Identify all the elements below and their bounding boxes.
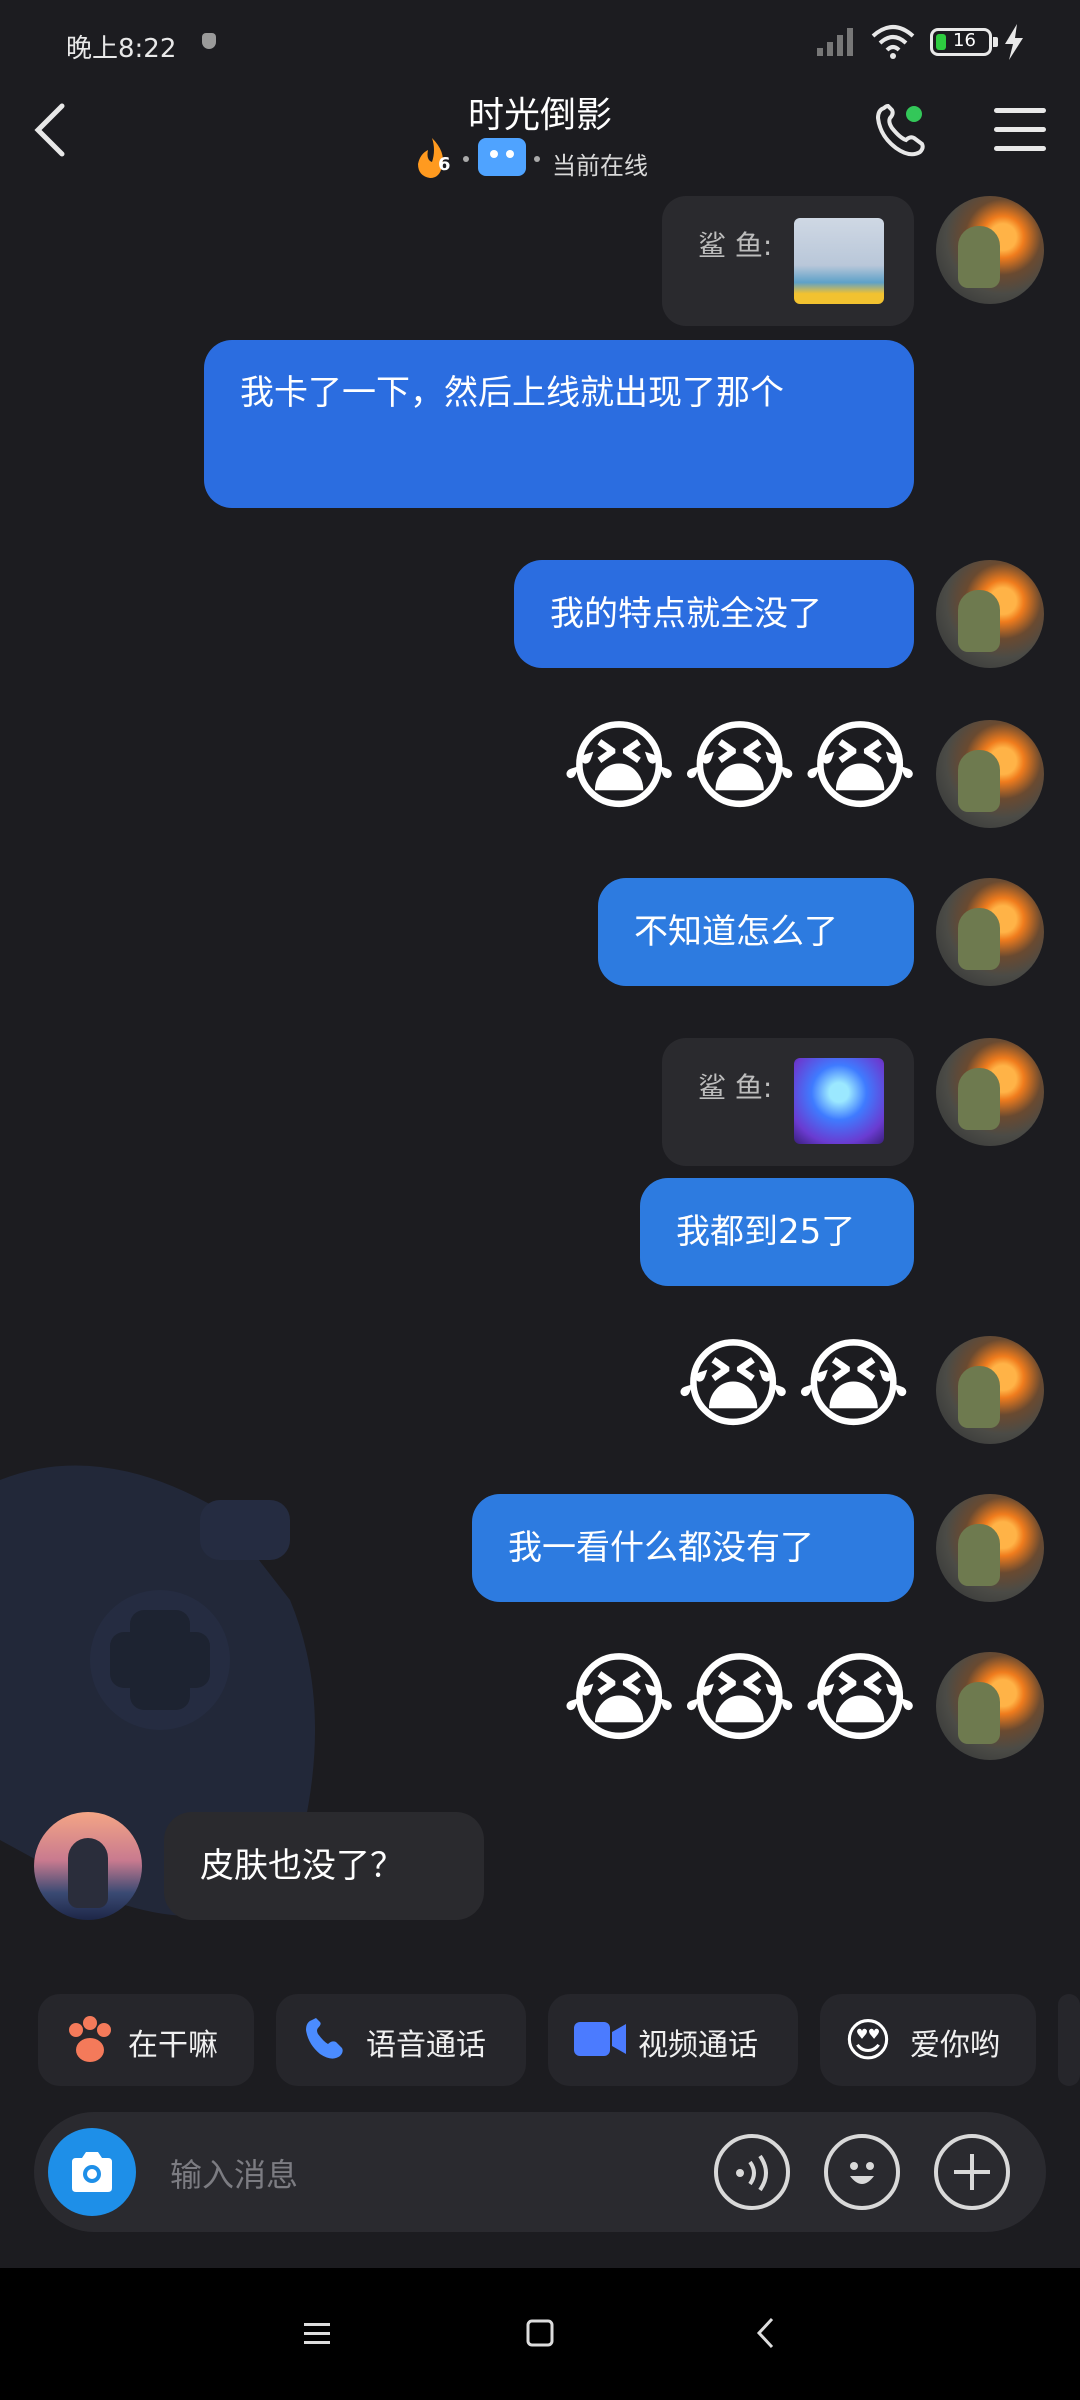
battery-cap — [993, 37, 998, 47]
shared-image-thumbnail[interactable] — [794, 218, 884, 304]
separator-dot — [534, 156, 540, 162]
quick-action-label: 语音通话 — [366, 2028, 486, 2063]
avatar[interactable] — [936, 196, 1044, 304]
share-sender-label: 鲨 鱼: — [698, 1071, 773, 1104]
separator-dot — [463, 156, 469, 162]
voice-wave-icon — [736, 2154, 768, 2192]
message-bubble[interactable]: 我卡了一下，然后上线就出现了那个 — [204, 340, 914, 508]
emoji-message[interactable]: 😭😭 — [676, 1330, 917, 1440]
game-bot-icon — [478, 138, 526, 176]
phone-icon — [306, 2018, 343, 2059]
quick-action-chip[interactable]: 语音通话 — [276, 1994, 526, 2086]
quick-action-chip[interactable]: 😍 爱你哟 — [820, 1994, 1036, 2086]
avatar[interactable] — [936, 1652, 1044, 1760]
chat-title: 时光倒影 — [467, 95, 612, 136]
shared-image-message[interactable]: 鲨 鱼: — [662, 196, 914, 326]
back-button[interactable] — [26, 100, 76, 160]
message-bubble[interactable]: 我一看什么都没有了 — [472, 1494, 914, 1602]
avatar[interactable] — [936, 560, 1044, 668]
avatar[interactable] — [936, 878, 1044, 986]
shared-image-message[interactable]: 鲨 鱼: — [662, 1038, 914, 1166]
camera-button[interactable] — [48, 2128, 136, 2216]
phone-call-button[interactable] — [870, 100, 930, 160]
home-button[interactable] — [525, 2318, 555, 2348]
emoji-message[interactable]: 😭😭😭 — [562, 712, 924, 822]
status-time: 晚上8:22 — [66, 34, 177, 64]
voice-button[interactable] — [714, 2134, 790, 2210]
share-sender-label: 鲨 鱼: — [698, 229, 773, 262]
message-input[interactable]: 输入消息 — [170, 2150, 298, 2196]
contact-avatar[interactable] — [34, 1812, 142, 1920]
online-indicator — [906, 106, 922, 122]
battery-icon: 16 — [930, 28, 992, 56]
camera-icon — [72, 2152, 112, 2192]
quick-action-chip[interactable]: 视频通话 — [548, 1994, 798, 2086]
online-status: 当前在线 — [552, 152, 648, 180]
quick-action-label: 爱你哟 — [910, 2028, 1000, 2063]
message-bubble[interactable]: 不知道怎么了 — [598, 878, 914, 986]
incoming-message-bubble[interactable]: 皮肤也没了？ — [164, 1812, 484, 1920]
message-bubble[interactable]: 我都到25了 — [640, 1178, 914, 1286]
more-button[interactable] — [934, 2134, 1010, 2210]
heart-eyes-icon: 😍 — [844, 2013, 892, 2067]
avatar[interactable] — [936, 1336, 1044, 1444]
charging-icon — [1005, 24, 1023, 60]
emoji-button[interactable] — [824, 2134, 900, 2210]
plus-icon — [954, 2154, 990, 2190]
video-icon — [574, 2022, 626, 2056]
avatar[interactable] — [936, 720, 1044, 828]
battery-level: 16 — [953, 30, 976, 51]
recents-button[interactable] — [302, 2318, 332, 2348]
quick-action-chip[interactable]: 在干嘛 — [38, 1994, 254, 2086]
quick-action-label: 视频通话 — [638, 2028, 758, 2063]
avatar[interactable] — [936, 1494, 1044, 1602]
emoji-message[interactable]: 😭😭😭 — [562, 1644, 924, 1754]
fire-count: 6 — [438, 154, 451, 175]
signal-icon — [817, 28, 853, 56]
paw-icon — [69, 2016, 111, 2062]
quick-action-label: 在干嘛 — [128, 2028, 218, 2063]
back-nav-button[interactable] — [754, 2316, 778, 2350]
wifi-icon — [871, 25, 915, 59]
avatar[interactable] — [936, 1038, 1044, 1146]
shield-icon — [202, 33, 216, 49]
quick-action-chip-partial[interactable] — [1058, 1994, 1080, 2086]
shared-image-thumbnail[interactable] — [794, 1058, 884, 1144]
menu-button[interactable] — [994, 108, 1046, 152]
smiley-icon — [850, 2162, 874, 2184]
message-bubble[interactable]: 我的特点就全没了 — [514, 560, 914, 668]
